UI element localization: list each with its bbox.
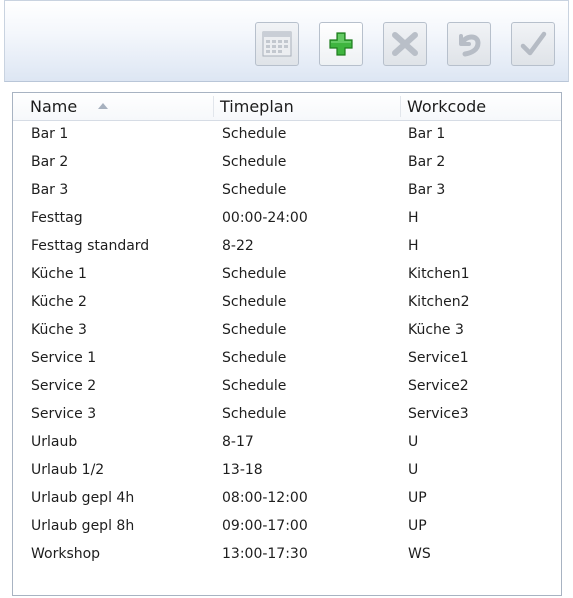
calendar-button[interactable] — [255, 22, 299, 66]
cell-workcode: Bar 3 — [408, 182, 446, 198]
confirm-button[interactable] — [511, 22, 555, 66]
cell-name: Workshop — [31, 546, 101, 562]
cell-timeplan: 13-18 — [222, 462, 263, 478]
cell-workcode: UP — [408, 490, 427, 506]
cell-timeplan: Schedule — [222, 126, 287, 142]
list-item[interactable]: Küche 1 Schedule Kitchen1 — [13, 261, 561, 289]
cell-timeplan: 00:00-24:00 — [222, 210, 308, 226]
cell-timeplan: 09:00-17:00 — [222, 518, 308, 534]
list-item[interactable]: Service 3 Schedule Service3 — [13, 401, 561, 429]
plus-icon — [328, 31, 354, 57]
cell-name: Urlaub — [31, 434, 78, 450]
cell-timeplan: Schedule — [222, 350, 287, 366]
list-item[interactable]: Urlaub 8-17 U — [13, 429, 561, 457]
cell-workcode: Küche 3 — [408, 322, 464, 338]
list-item[interactable]: Bar 1 Schedule Bar 1 — [13, 121, 561, 149]
cell-name: Bar 3 — [31, 182, 69, 198]
list-item[interactable]: Urlaub gepl 8h 09:00-17:00 UP — [13, 513, 561, 541]
cell-timeplan: Schedule — [222, 182, 287, 198]
cell-timeplan: 13:00-17:30 — [222, 546, 308, 562]
column-header-name[interactable]: Name — [30, 97, 77, 116]
sort-ascending-icon — [98, 103, 108, 109]
x-icon — [390, 30, 420, 58]
cell-name: Küche 3 — [31, 322, 87, 338]
cell-timeplan: Schedule — [222, 406, 287, 422]
cell-timeplan: Schedule — [222, 294, 287, 310]
column-header-label: Name — [30, 97, 78, 116]
cell-name: Festtag standard — [31, 238, 150, 254]
cell-name: Service 3 — [31, 406, 97, 422]
column-header-label: Workcode — [407, 97, 487, 116]
list-item[interactable]: Service 1 Schedule Service1 — [13, 345, 561, 373]
column-header-workcode[interactable]: Workcode — [407, 97, 486, 116]
cell-workcode: Service2 — [408, 378, 469, 394]
delete-button[interactable] — [383, 22, 427, 66]
list-item[interactable]: Service 2 Schedule Service2 — [13, 373, 561, 401]
toolbar — [4, 0, 569, 82]
list-item[interactable]: Bar 2 Schedule Bar 2 — [13, 149, 561, 177]
cell-timeplan: 8-17 — [222, 434, 254, 450]
cell-name: Urlaub gepl 4h — [31, 490, 135, 506]
cell-name: Bar 1 — [31, 126, 69, 142]
cell-timeplan: 08:00-12:00 — [222, 490, 308, 506]
cell-workcode: UP — [408, 518, 427, 534]
cell-workcode: WS — [408, 546, 431, 562]
timeplan-window: Name Timeplan Workcode Bar 1 Schedule Bar … — [4, 0, 569, 596]
cell-workcode: Bar 1 — [408, 126, 446, 142]
cell-workcode: H — [408, 238, 419, 254]
add-button[interactable] — [319, 22, 363, 66]
cell-timeplan: Schedule — [222, 266, 287, 282]
cell-workcode: H — [408, 210, 419, 226]
list-item[interactable]: Urlaub gepl 4h 08:00-12:00 UP — [13, 485, 561, 513]
column-divider[interactable] — [213, 96, 214, 117]
undo-button[interactable] — [447, 22, 491, 66]
list-rows: Bar 1 Schedule Bar 1 Bar 2 Schedule Bar 2 Ba… — [13, 121, 561, 569]
cell-workcode: Kitchen1 — [408, 266, 470, 282]
list-item[interactable]: Bar 3 Schedule Bar 3 — [13, 177, 561, 205]
timeplan-list: Name Timeplan Workcode Bar 1 Schedule Bar … — [12, 92, 562, 596]
column-header-timeplan[interactable]: Timeplan — [220, 97, 294, 116]
cell-name: Service 1 — [31, 350, 97, 366]
cell-workcode: Kitchen2 — [408, 294, 470, 310]
cell-workcode: U — [408, 434, 419, 450]
list-item[interactable]: Urlaub 1/2 13-18 U — [13, 457, 561, 485]
cell-name: Service 2 — [31, 378, 97, 394]
cell-name: Küche 1 — [31, 266, 87, 282]
cell-name: Bar 2 — [31, 154, 69, 170]
cell-timeplan: Schedule — [222, 322, 287, 338]
list-item[interactable]: Workshop 13:00-17:30 WS — [13, 541, 561, 569]
cell-name: Urlaub 1/2 — [31, 462, 105, 478]
cell-timeplan: Schedule — [222, 378, 287, 394]
cell-workcode: Service1 — [408, 350, 469, 366]
list-item[interactable]: Küche 2 Schedule Kitchen2 — [13, 289, 561, 317]
cell-name: Urlaub gepl 8h — [31, 518, 135, 534]
list-item[interactable]: Festtag standard 8-22 H — [13, 233, 561, 261]
column-divider[interactable] — [400, 96, 401, 117]
cell-workcode: Service3 — [408, 406, 469, 422]
cell-timeplan: 8-22 — [222, 238, 254, 254]
list-header: Name Timeplan Workcode — [13, 93, 561, 121]
cell-workcode: U — [408, 462, 419, 478]
checkmark-icon — [518, 30, 548, 58]
undo-icon — [454, 30, 484, 58]
cell-name: Festtag — [31, 210, 83, 226]
cell-timeplan: Schedule — [222, 154, 287, 170]
cell-workcode: Bar 2 — [408, 154, 446, 170]
cell-name: Küche 2 — [31, 294, 87, 310]
calendar-icon — [262, 30, 292, 58]
column-header-label: Timeplan — [220, 97, 294, 116]
list-item[interactable]: Festtag 00:00-24:00 H — [13, 205, 561, 233]
list-item[interactable]: Küche 3 Schedule Küche 3 — [13, 317, 561, 345]
